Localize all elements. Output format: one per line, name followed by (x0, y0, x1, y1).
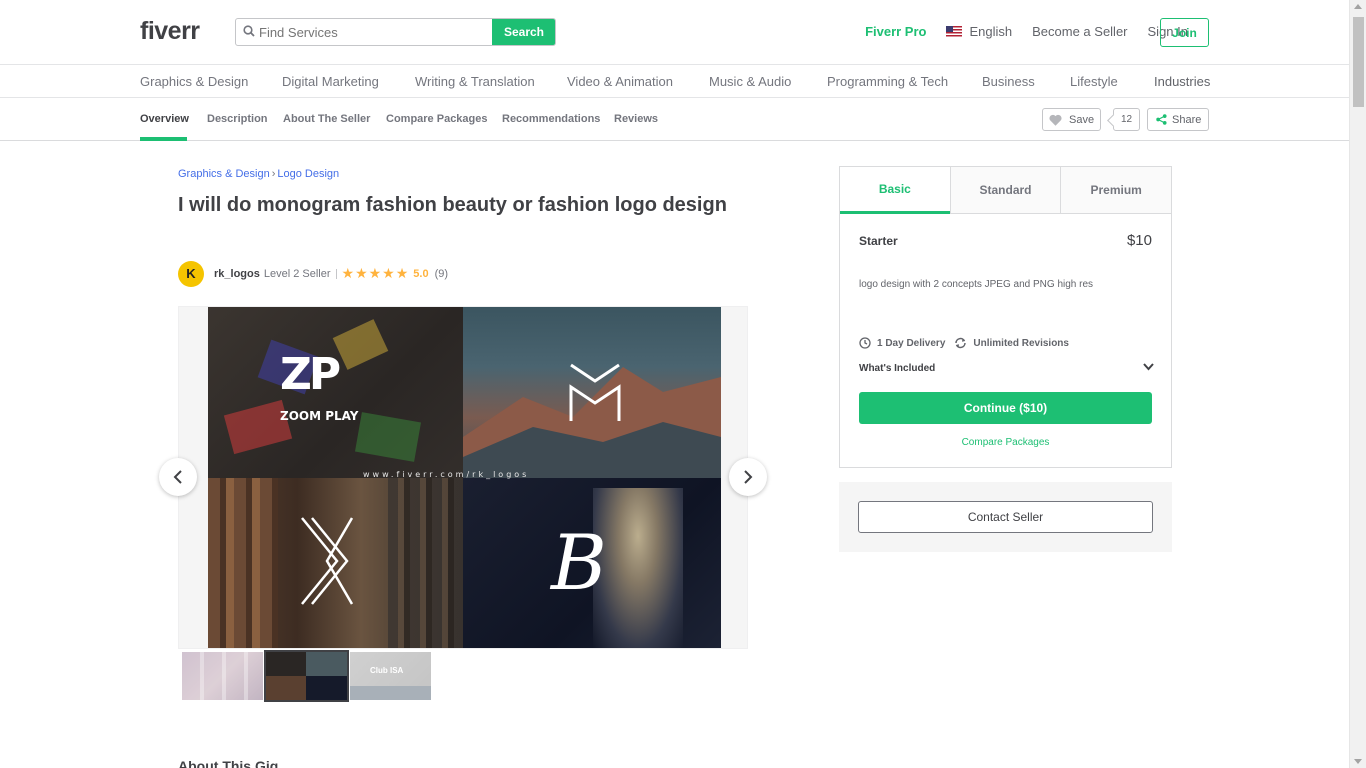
tab-recommendations[interactable]: Recommendations (502, 113, 600, 125)
share-label: Share (1172, 113, 1202, 126)
join-button[interactable]: Join (1160, 18, 1209, 47)
thumbnail-1[interactable] (182, 652, 263, 700)
seller-overview: K rk_logos Level 2 Seller ★★★★★ 5.0 (9) (178, 260, 448, 287)
become-seller-link[interactable]: Become a Seller (1032, 24, 1127, 39)
category-industries[interactable]: Industries (1154, 74, 1210, 89)
rating-stars-icon: ★★★★★ (341, 265, 410, 281)
thumbnail-3[interactable]: Club ISA (350, 652, 431, 700)
rating-score: 5.0 (413, 267, 429, 280)
chevron-right-icon (744, 470, 753, 484)
breadcrumb: Graphics & Design › Logo Design (178, 168, 339, 180)
language-selector[interactable]: English (946, 24, 1012, 39)
save-count: 12 (1113, 108, 1140, 131)
zp-monogram: ZP (280, 349, 341, 400)
category-programming-tech[interactable]: Programming & Tech (827, 74, 948, 89)
search-button[interactable]: Search (492, 19, 555, 45)
revisions-label: Unlimited Revisions (973, 337, 1069, 349)
category-video-animation[interactable]: Video & Animation (567, 74, 673, 89)
package-name: Starter (859, 234, 898, 248)
tab-about-seller[interactable]: About The Seller (283, 113, 370, 125)
delivery-label: 1 Day Delivery (877, 337, 946, 349)
seller-avatar[interactable]: K (178, 260, 204, 287)
contact-seller-box: Contact Seller (839, 482, 1172, 552)
zoom-play-text: ZOOM PLAY (280, 409, 359, 423)
category-digital-marketing[interactable]: Digital Marketing (282, 74, 379, 89)
thumbnail-2[interactable] (264, 650, 349, 702)
language-label: English (969, 24, 1013, 39)
category-writing-translation[interactable]: Writing & Translation (415, 74, 535, 89)
b-monogram: B (551, 518, 607, 607)
gallery-prev-button[interactable] (159, 458, 197, 496)
breadcrumb-graphics-design[interactable]: Graphics & Design (178, 168, 270, 180)
refresh-icon (955, 337, 967, 349)
us-flag-icon (946, 26, 963, 37)
contact-seller-button[interactable]: Contact Seller (858, 501, 1153, 533)
fashion-logo-tile: B (463, 478, 721, 648)
k-monogram-icon (301, 517, 354, 605)
fiverr-logo[interactable]: fiverr (140, 17, 200, 46)
seller-name[interactable]: rk_logos (214, 268, 260, 280)
seller-divider (335, 268, 337, 279)
gig-title: I will do monogram fashion beauty or fas… (178, 194, 727, 216)
category-graphics-design[interactable]: Graphics & Design (140, 74, 248, 89)
continue-button[interactable]: Continue ($10) (859, 392, 1152, 424)
package-description: logo design with 2 concepts JPEG and PNG… (859, 279, 1094, 290)
package-tab-basic[interactable]: Basic (840, 167, 950, 214)
breadcrumb-logo-design[interactable]: Logo Design (277, 168, 339, 180)
top-links: Fiverr Pro English Become a Seller Sign … (845, 24, 1188, 39)
gallery-next-button[interactable] (729, 458, 767, 496)
whats-included-toggle[interactable]: What's Included (859, 363, 935, 374)
package-panel: Basic Standard Premium Starter $10 logo … (839, 166, 1172, 468)
page-scrollbar[interactable] (1349, 0, 1366, 768)
m-monogram-icon (569, 363, 621, 421)
watermark-text: www.fiverr.com/rk_logos (363, 470, 530, 479)
tab-overview[interactable]: Overview (140, 113, 189, 125)
delivery-time: 1 Day Delivery (859, 337, 945, 349)
chevron-left-icon (173, 470, 182, 484)
share-icon (1156, 114, 1167, 125)
search-input[interactable] (259, 19, 494, 45)
category-music-audio[interactable]: Music & Audio (709, 74, 791, 89)
search-icon (243, 25, 255, 37)
fiverr-pro-link[interactable]: Fiverr Pro (865, 24, 926, 39)
category-nav: Graphics & Design Digital Marketing Writ… (0, 65, 1349, 98)
breadcrumb-separator: › (271, 168, 276, 180)
tab-reviews[interactable]: Reviews (614, 113, 658, 125)
category-business[interactable]: Business (982, 74, 1035, 89)
gallery-thumbnails: Club ISA (182, 650, 434, 702)
scroll-thumb[interactable] (1353, 17, 1364, 107)
search-bar: Search (235, 18, 556, 46)
zoom-play-logo-tile: ZP ZOOM PLAY (208, 307, 463, 478)
compare-packages-link[interactable]: Compare Packages (840, 437, 1171, 448)
package-tab-premium[interactable]: Premium (1060, 167, 1172, 213)
seller-level: Level 2 Seller (263, 267, 331, 280)
gallery-main-image[interactable]: ZP ZOOM PLAY B www.fiverr.com/rk_logos (208, 307, 721, 648)
package-tab-standard[interactable]: Standard (949, 167, 1061, 213)
bookshelf-logo-tile (208, 478, 463, 648)
ratings-count[interactable]: (9) (435, 268, 448, 280)
tab-description[interactable]: Description (207, 113, 268, 125)
scroll-down-arrow[interactable] (1354, 759, 1362, 764)
package-meta: 1 Day Delivery Unlimited Revisions (859, 337, 1078, 349)
thumbnail-3-text: Club ISA (370, 666, 404, 675)
active-tab-indicator (140, 137, 187, 141)
revisions: Unlimited Revisions (954, 337, 1069, 349)
mountain-logo-tile (463, 307, 721, 478)
about-gig-heading: About This Gig (178, 758, 279, 768)
share-button[interactable]: Share (1147, 108, 1209, 131)
save-button[interactable]: Save (1042, 108, 1101, 131)
heart-icon (1049, 114, 1062, 126)
save-label: Save (1069, 113, 1095, 126)
package-tabs: Basic Standard Premium (840, 167, 1172, 214)
site-header: fiverr Search Fiverr Pro English Become … (0, 0, 1349, 65)
package-price: $10 (1126, 232, 1152, 249)
scroll-up-arrow[interactable] (1354, 4, 1362, 9)
tab-compare-packages[interactable]: Compare Packages (386, 113, 488, 125)
category-lifestyle[interactable]: Lifestyle (1070, 74, 1118, 89)
chevron-down-icon[interactable] (1143, 363, 1154, 371)
clock-icon (859, 337, 871, 349)
